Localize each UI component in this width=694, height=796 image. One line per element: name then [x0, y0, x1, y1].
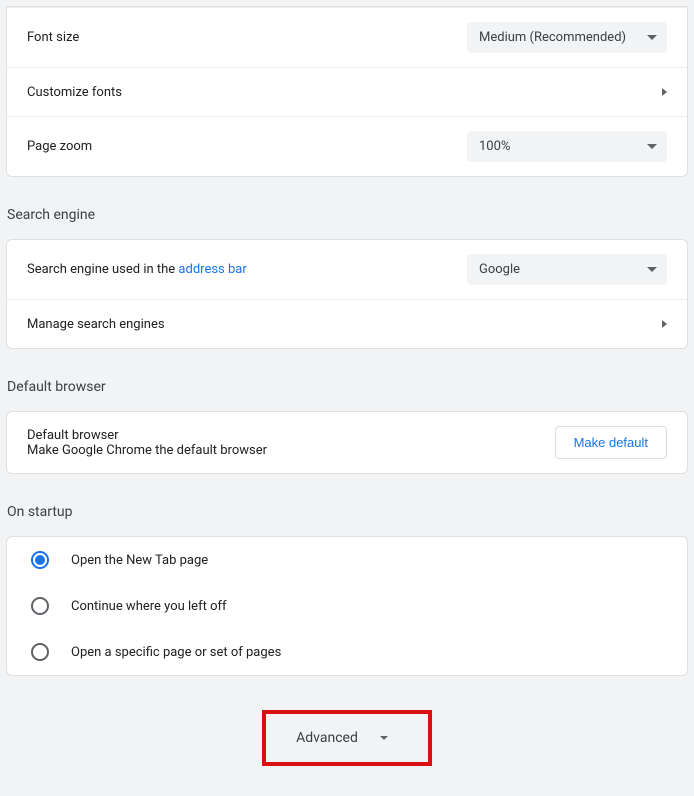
- on-startup-section-title: On startup: [0, 480, 694, 530]
- font-size-row: Font size Medium (Recommended): [7, 7, 687, 67]
- page-zoom-value: 100%: [479, 139, 510, 154]
- default-browser-title: Default browser: [27, 428, 555, 443]
- font-size-value: Medium (Recommended): [479, 30, 626, 45]
- on-startup-card: Open the New Tab page Continue where you…: [6, 536, 688, 676]
- font-size-select[interactable]: Medium (Recommended): [467, 22, 667, 53]
- manage-search-engines-row[interactable]: Manage search engines: [7, 299, 687, 348]
- address-bar-link[interactable]: address bar: [178, 262, 246, 277]
- chevron-right-icon: [662, 88, 667, 96]
- customize-fonts-row[interactable]: Customize fonts: [7, 67, 687, 116]
- startup-option-label: Continue where you left off: [71, 599, 227, 614]
- customize-fonts-label: Customize fonts: [27, 85, 662, 100]
- radio-icon: [31, 551, 49, 569]
- radio-icon: [31, 643, 49, 661]
- advanced-wrap: Advanced: [0, 710, 694, 766]
- default-browser-section-title: Default browser: [0, 355, 694, 405]
- startup-option-continue[interactable]: Continue where you left off: [7, 583, 687, 629]
- startup-option-new-tab[interactable]: Open the New Tab page: [7, 537, 687, 583]
- startup-option-label: Open a specific page or set of pages: [71, 645, 281, 660]
- page-zoom-row: Page zoom 100%: [7, 116, 687, 176]
- radio-icon: [31, 597, 49, 615]
- appearance-card: Font size Medium (Recommended) Customize…: [6, 6, 688, 177]
- search-engine-section-title: Search engine: [0, 183, 694, 233]
- search-engine-select[interactable]: Google: [467, 254, 667, 285]
- chevron-right-icon: [662, 320, 667, 328]
- startup-option-label: Open the New Tab page: [71, 553, 208, 568]
- search-engine-prefix: Search engine used in the: [27, 262, 178, 277]
- default-browser-card: Default browser Make Google Chrome the d…: [6, 411, 688, 474]
- manage-search-engines-label: Manage search engines: [27, 317, 662, 332]
- search-engine-used-row: Search engine used in the address bar Go…: [7, 240, 687, 299]
- caret-down-icon: [380, 736, 388, 740]
- advanced-toggle[interactable]: Advanced: [296, 730, 358, 746]
- default-browser-row: Default browser Make Google Chrome the d…: [7, 412, 687, 473]
- startup-option-specific-pages[interactable]: Open a specific page or set of pages: [7, 629, 687, 675]
- caret-down-icon: [647, 35, 657, 40]
- page-zoom-select[interactable]: 100%: [467, 131, 667, 162]
- search-engine-value: Google: [479, 262, 520, 277]
- advanced-highlight-box: Advanced: [262, 710, 432, 766]
- caret-down-icon: [647, 144, 657, 149]
- search-engine-card: Search engine used in the address bar Go…: [6, 239, 688, 349]
- search-engine-used-label: Search engine used in the address bar: [27, 262, 467, 277]
- caret-down-icon: [647, 267, 657, 272]
- make-default-button[interactable]: Make default: [555, 426, 667, 459]
- font-size-label: Font size: [27, 30, 467, 45]
- default-browser-subtitle: Make Google Chrome the default browser: [27, 443, 555, 458]
- page-zoom-label: Page zoom: [27, 139, 467, 154]
